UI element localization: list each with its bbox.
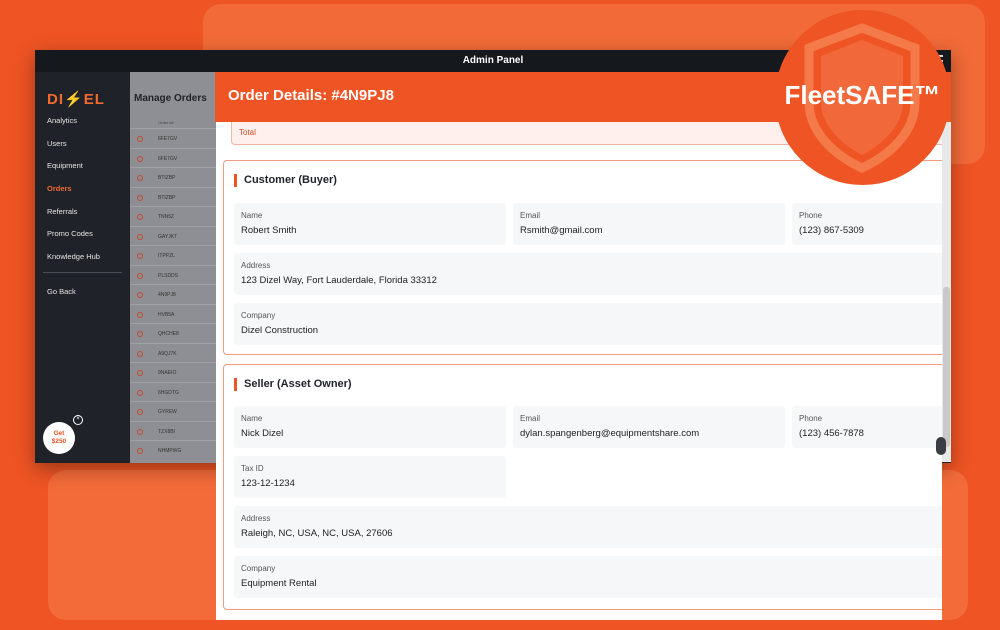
order-id: GYREW	[158, 409, 177, 415]
order-id: QHCHE8	[158, 331, 179, 337]
sidebar-divider	[43, 272, 122, 273]
order-id: TNN5Z	[158, 214, 175, 220]
eye-icon[interactable]	[137, 409, 143, 415]
scroll-handle[interactable]	[936, 437, 946, 455]
eye-icon[interactable]	[137, 214, 143, 220]
eye-icon[interactable]	[137, 136, 143, 142]
order-details-title: Order Details: #4N9PJ8	[228, 87, 394, 104]
sidebar-item-knowledge-hub[interactable]: Knowledge Hub	[47, 252, 100, 261]
fleetsafe-badge-text: FleetSAFE™	[784, 80, 941, 110]
eye-icon[interactable]	[137, 389, 143, 396]
promo-close-icon[interactable]: ×	[73, 415, 83, 425]
seller-address-field: Address Raleigh, NC, USA, NC, USA, 27606	[234, 506, 942, 548]
seller-name-field: Name Nick Dizel	[234, 406, 506, 448]
order-id: NHMPWG	[158, 448, 182, 454]
order-id: 6FE7GV	[158, 155, 178, 162]
sidebar-item-analytics[interactable]: Analytics	[47, 116, 77, 125]
order-id: GAYJKT	[158, 233, 178, 240]
seller-tax-id-field: Tax ID 123-12-1234	[234, 456, 506, 498]
manage-orders-panel: Manage Orders Order ## 6FE7GV 6FE7GV BTIZB…	[130, 72, 220, 463]
order-id: 4N9PJ8	[158, 292, 176, 298]
orders-column-header: Order ##	[158, 120, 174, 125]
window-title: Admin Panel	[462, 55, 524, 66]
order-id: 6FE7GV	[158, 136, 178, 142]
order-details-body: Total Customer (Buyer) Name Robert Smith …	[216, 122, 942, 620]
sidebar: DI⚡EL Analytics Users Equipment Orders R…	[35, 72, 130, 463]
total-label: Total	[239, 128, 256, 137]
seller-company-field: Company Equipment Rental	[234, 556, 942, 598]
sidebar-item-referrals[interactable]: Referrals	[47, 207, 77, 216]
eye-icon[interactable]	[137, 175, 143, 181]
eye-icon[interactable]	[137, 292, 143, 298]
eye-icon[interactable]	[137, 428, 143, 435]
scrollbar-thumb[interactable]	[943, 287, 950, 447]
sidebar-item-go-back[interactable]: Go Back	[47, 287, 76, 296]
manage-orders-title: Manage Orders	[134, 93, 207, 104]
seller-email-field: Email dylan.spangenberg@equipmentshare.co…	[513, 406, 785, 448]
buyer-address-field: Address 123 Dizel Way, Fort Lauderdale, F…	[234, 253, 942, 295]
order-row[interactable]: NHMPWG	[130, 440, 220, 463]
buyer-phone-field: Phone (123) 867-5309	[792, 203, 942, 245]
order-id: BTIZBP	[158, 175, 176, 181]
seller-section: Seller (Asset Owner) Name Nick Dizel Emai…	[223, 364, 942, 610]
order-id: A9QJ7K	[158, 350, 177, 357]
buyer-section: Customer (Buyer) Name Robert Smith Email R…	[223, 160, 942, 355]
sidebar-item-equipment[interactable]: Equipment	[47, 161, 83, 170]
eye-icon[interactable]	[137, 233, 143, 240]
eye-icon[interactable]	[137, 350, 143, 357]
eye-icon[interactable]	[137, 253, 143, 259]
order-id: BTIZBP	[158, 194, 176, 201]
order-id: HVB5A	[158, 311, 175, 318]
order-id: 9NAEIO	[158, 370, 177, 376]
sidebar-item-orders[interactable]: Orders	[47, 184, 72, 193]
sidebar-item-users[interactable]: Users	[47, 139, 67, 148]
eye-icon[interactable]	[137, 272, 143, 279]
eye-icon[interactable]	[137, 194, 143, 201]
dizel-logo[interactable]: DI⚡EL	[47, 90, 105, 108]
sidebar-item-promo-codes[interactable]: Promo Codes	[47, 229, 93, 238]
seller-phone-field: Phone (123) 456-7878	[792, 406, 942, 448]
order-id: PLSDDS	[158, 272, 179, 279]
buyer-email-field: Email Rsmith@gmail.com	[513, 203, 785, 245]
order-id: 6HGDTG	[158, 389, 179, 396]
get-250-promo-button[interactable]: Get $250	[43, 422, 75, 454]
eye-icon[interactable]	[137, 155, 143, 162]
bolt-icon: ⚡	[64, 91, 84, 108]
buyer-section-title: Customer (Buyer)	[234, 174, 337, 187]
eye-icon[interactable]	[137, 331, 143, 337]
order-id: TZX8BI	[158, 428, 175, 435]
eye-icon[interactable]	[137, 448, 143, 454]
fleetsafe-badge: FleetSAFE™	[775, 10, 950, 185]
eye-icon[interactable]	[137, 370, 143, 376]
buyer-company-field: Company Dizel Construction	[234, 303, 942, 345]
seller-section-title: Seller (Asset Owner)	[234, 378, 352, 391]
eye-icon[interactable]	[137, 311, 143, 318]
buyer-name-field: Name Robert Smith	[234, 203, 506, 245]
order-id: ITPPZL	[158, 253, 175, 259]
